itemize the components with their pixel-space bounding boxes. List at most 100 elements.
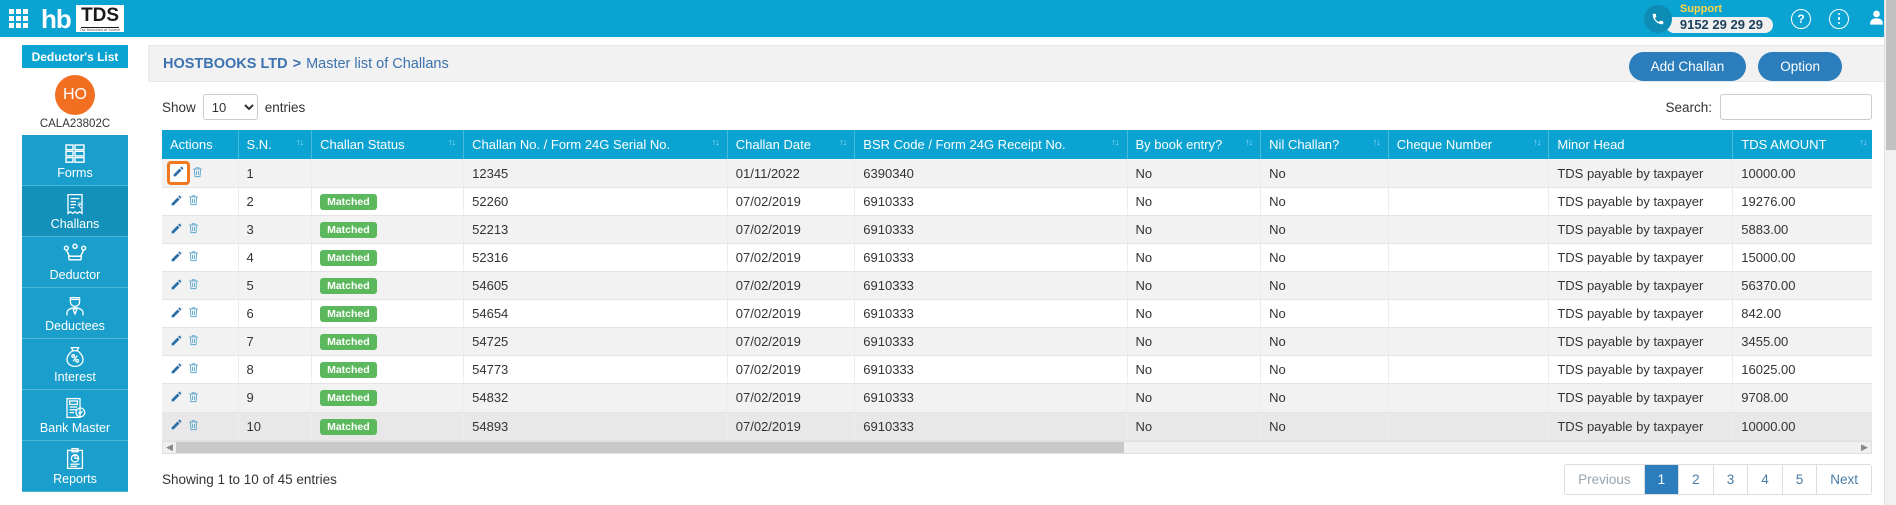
help-icon[interactable]: ? xyxy=(1791,9,1811,29)
col-sn[interactable]: ↑↓S.N. xyxy=(238,130,312,159)
add-challan-button[interactable]: Add Challan xyxy=(1629,52,1747,81)
edit-pencil-icon[interactable] xyxy=(170,390,183,406)
cell-cheque-number xyxy=(1388,216,1549,244)
delete-trash-icon[interactable] xyxy=(187,305,200,322)
app-logo[interactable]: hb TDS Tax Deducted at Source xyxy=(41,0,124,37)
delete-trash-icon[interactable] xyxy=(187,221,200,238)
col-tds-amount[interactable]: ↑↓TDS AMOUNT xyxy=(1733,130,1872,159)
status-badge: Matched xyxy=(320,222,377,238)
col-minor-head[interactable]: Minor Head xyxy=(1549,130,1733,159)
edit-pencil-icon[interactable] xyxy=(170,222,183,238)
pagination-page-1[interactable]: 1 xyxy=(1645,465,1680,494)
pagination-page-3[interactable]: 3 xyxy=(1714,465,1749,494)
delete-trash-icon[interactable] xyxy=(187,333,200,350)
delete-trash-icon[interactable] xyxy=(187,277,200,294)
table-header-row: Actions ↑↓S.N. ↑↓Challan Status ↑↓Challa… xyxy=(162,130,1872,159)
edit-pencil-icon[interactable] xyxy=(170,250,183,266)
table-row[interactable]: 4Matched5231607/02/20196910333NoNoTDS pa… xyxy=(162,244,1872,272)
row-actions xyxy=(162,328,238,356)
status-badge: Matched xyxy=(320,334,377,350)
support-contact[interactable]: Support 9152 29 29 29 xyxy=(1644,4,1773,32)
sidebar-item-deductor[interactable]: Deductor xyxy=(22,237,128,288)
table-row[interactable]: 9Matched5483207/02/20196910333NoNoTDS pa… xyxy=(162,384,1872,412)
page-size-select[interactable]: 102550100 xyxy=(203,94,258,120)
cell-challan-status xyxy=(312,159,464,188)
status-badge: Matched xyxy=(320,306,377,322)
col-challan-no[interactable]: ↑↓Challan No. / Form 24G Serial No. xyxy=(464,130,728,159)
pagination-page-2[interactable]: 2 xyxy=(1679,465,1714,494)
col-label: Nil Challan? xyxy=(1269,137,1339,152)
delete-trash-icon[interactable] xyxy=(187,390,200,407)
pagination-page-5[interactable]: 5 xyxy=(1783,465,1818,494)
col-challan-date[interactable]: ↑↓Challan Date xyxy=(727,130,855,159)
edit-pencil-icon[interactable] xyxy=(170,194,183,210)
sidebar-item-reports[interactable]: Reports xyxy=(22,441,128,492)
pagination-next[interactable]: Next xyxy=(1817,465,1871,494)
sidebar-item-challans[interactable]: ₹ Challans xyxy=(22,186,128,237)
scroll-right-arrow-icon[interactable]: ▶ xyxy=(1858,442,1871,453)
table-row[interactable]: 7Matched5472507/02/20196910333NoNoTDS pa… xyxy=(162,328,1872,356)
option-button[interactable]: Option xyxy=(1758,52,1842,81)
cell-challan-status: Matched xyxy=(312,244,464,272)
scroll-track[interactable] xyxy=(176,442,1858,453)
apps-grid-button[interactable] xyxy=(0,0,36,37)
breadcrumb-root[interactable]: HOSTBOOKS LTD xyxy=(163,56,288,72)
scroll-thumb[interactable] xyxy=(176,442,1124,453)
table-row[interactable]: 3Matched5221307/02/20196910333NoNoTDS pa… xyxy=(162,216,1872,244)
edit-pencil-icon[interactable] xyxy=(170,278,183,294)
delete-trash-icon[interactable] xyxy=(191,165,204,182)
pagination-page-4[interactable]: 4 xyxy=(1748,465,1783,494)
support-phone-number[interactable]: 9152 29 29 29 xyxy=(1666,17,1773,33)
delete-trash-icon[interactable] xyxy=(187,361,200,378)
col-bsr-code[interactable]: ↑↓BSR Code / Form 24G Receipt No. xyxy=(855,130,1127,159)
sort-updown-icon: ↑↓ xyxy=(1373,137,1380,147)
edit-pencil-icon[interactable] xyxy=(170,306,183,322)
sidebar-item-interest[interactable]: Interest xyxy=(22,339,128,390)
table-row[interactable]: 5Matched5460507/02/20196910333NoNoTDS pa… xyxy=(162,272,1872,300)
cell-challan-status: Matched xyxy=(312,300,464,328)
delete-trash-icon[interactable] xyxy=(187,249,200,266)
cell-cheque-number xyxy=(1388,188,1549,216)
col-actions[interactable]: Actions xyxy=(162,130,238,159)
search-input[interactable] xyxy=(1720,94,1872,120)
cell-nil-challan: No xyxy=(1261,188,1389,216)
col-nil-challan[interactable]: ↑↓ Nil Challan? xyxy=(1261,130,1389,159)
col-cheque-number[interactable]: ↑↓Cheque Number xyxy=(1388,130,1549,159)
edit-pencil-icon[interactable] xyxy=(170,362,183,378)
col-by-book-entry[interactable]: ↑↓By book entry? xyxy=(1127,130,1261,159)
delete-trash-icon[interactable] xyxy=(187,193,200,210)
top-header-bar: hb TDS Tax Deducted at Source Support 91… xyxy=(0,0,1896,37)
table-row[interactable]: 8Matched5477307/02/20196910333NoNoTDS pa… xyxy=(162,356,1872,384)
sidebar-deductor-profile[interactable]: HO CALA23802C xyxy=(22,69,128,135)
page-scroll-thumb[interactable] xyxy=(1886,0,1896,150)
status-badge: Matched xyxy=(320,362,377,378)
pagination-previous[interactable]: Previous xyxy=(1565,465,1645,494)
page-vertical-scrollbar[interactable] xyxy=(1884,0,1896,505)
cell-sn: 4 xyxy=(238,244,312,272)
col-label: Minor Head xyxy=(1557,137,1624,152)
delete-trash-icon[interactable] xyxy=(187,418,200,435)
support-label: Support xyxy=(1666,4,1773,16)
scroll-left-arrow-icon[interactable]: ◀ xyxy=(163,442,176,453)
sidebar-item-deductees[interactable]: Deductees xyxy=(22,288,128,339)
cell-bsr-code: 6910333 xyxy=(855,216,1127,244)
edit-pencil-icon[interactable] xyxy=(170,418,183,434)
table-row[interactable]: 10Matched5489307/02/20196910333NoNoTDS p… xyxy=(162,412,1872,440)
table-header: Actions ↑↓S.N. ↑↓Challan Status ↑↓Challa… xyxy=(162,130,1872,159)
kebab-menu-icon[interactable] xyxy=(1829,9,1849,29)
table-body: 11234501/11/20226390340NoNoTDS payable b… xyxy=(162,159,1872,440)
cell-cheque-number xyxy=(1388,272,1549,300)
sidebar-item-bank-master[interactable]: Bank Master xyxy=(22,390,128,441)
table-row[interactable]: 11234501/11/20226390340NoNoTDS payable b… xyxy=(162,159,1872,188)
edit-pencil-icon[interactable] xyxy=(170,164,187,182)
table-footer: Showing 1 to 10 of 45 entries Previous 1… xyxy=(162,454,1872,495)
table-row[interactable]: 2Matched5226007/02/20196910333NoNoTDS pa… xyxy=(162,188,1872,216)
col-challan-status[interactable]: ↑↓Challan Status xyxy=(312,130,464,159)
horizontal-scrollbar[interactable]: ◀ ▶ xyxy=(162,441,1872,454)
sidebar-item-label: Reports xyxy=(53,472,97,486)
cell-challan-date: 07/02/2019 xyxy=(727,300,855,328)
table-row[interactable]: 6Matched5465407/02/20196910333NoNoTDS pa… xyxy=(162,300,1872,328)
sidebar-item-forms[interactable]: Forms xyxy=(22,135,128,186)
cell-sn: 5 xyxy=(238,272,312,300)
edit-pencil-icon[interactable] xyxy=(170,334,183,350)
